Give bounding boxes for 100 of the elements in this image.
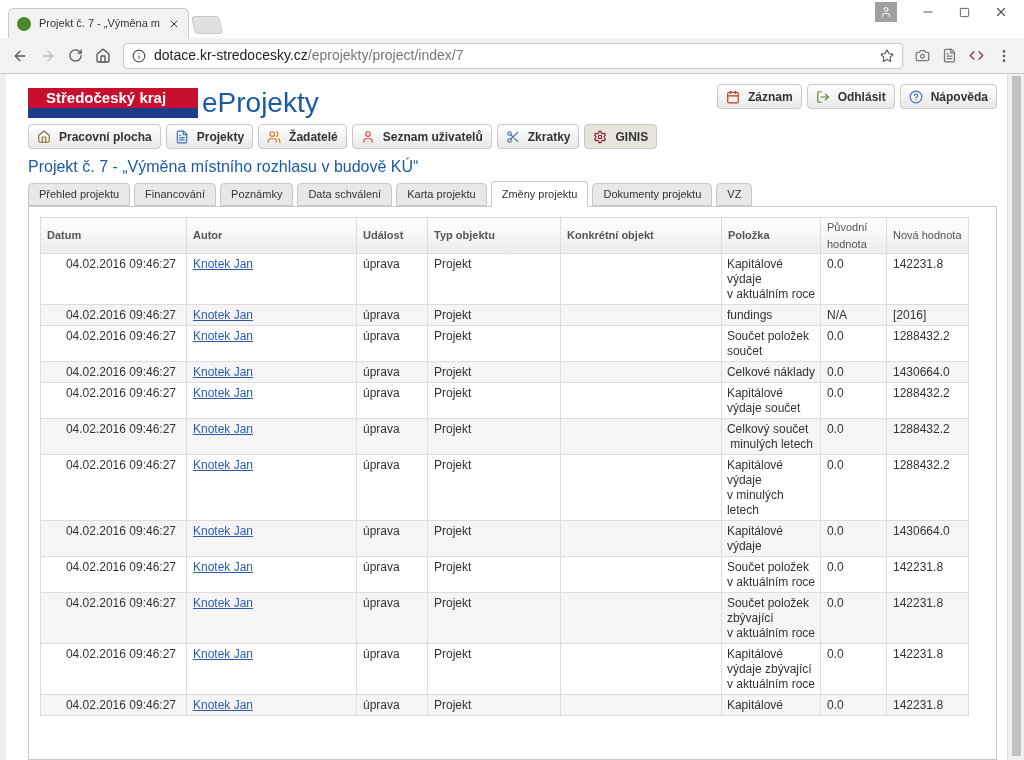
table-cell: fundings (721, 304, 821, 326)
author-link[interactable]: Knotek Jan (193, 257, 254, 271)
table-cell: 1288432.2 (886, 418, 969, 455)
table-cell: 1288432.2 (886, 454, 969, 521)
people-icon (267, 129, 282, 144)
toolbar-button[interactable]: Nápověda (899, 84, 997, 109)
author-link[interactable]: Knotek Jan (193, 329, 254, 343)
reload-icon[interactable] (68, 48, 83, 63)
table-cell: Kapitálové výdaje součet (721, 382, 821, 419)
table-cell: Projekt (427, 643, 561, 695)
address-bar[interactable]: dotace.kr-stredocesky.cz/eprojekty/project/index/7 (123, 42, 903, 69)
table-cell: 0.0 (820, 454, 887, 521)
table-cell: úprava (356, 643, 428, 695)
calendar-icon (725, 89, 740, 104)
maximize-icon[interactable] (959, 6, 970, 18)
table-cell: úprava (356, 304, 428, 326)
table-cell: 1430664.0 (886, 520, 969, 557)
column-header: Nová hodnota (886, 217, 969, 254)
close-icon[interactable] (994, 5, 1008, 19)
column-header: Událost (356, 217, 428, 254)
table-cell: Projekt (427, 361, 561, 383)
author-link[interactable]: Knotek Jan (193, 386, 254, 400)
table-cell: Projekt (427, 454, 561, 521)
table-cell: 0.0 (820, 643, 887, 695)
table-cell: úprava (356, 253, 428, 305)
tab[interactable]: Financování (134, 183, 217, 206)
toolbar-button[interactable]: Odhlásit (806, 84, 895, 109)
browser-tab[interactable]: Projekt č. 7 - „Výměna m (8, 8, 190, 38)
camera-icon[interactable] (915, 48, 930, 63)
table-cell: 1288432.2 (886, 382, 969, 419)
author-link[interactable]: Knotek Jan (193, 422, 254, 436)
author-link[interactable]: Knotek Jan (193, 596, 254, 610)
table-cell: Kapitálové výdaje zbývající v aktuálním roce (721, 643, 821, 695)
table-cell: Projekt (427, 304, 561, 326)
table-cell: 04.02.2016 09:46:27 (40, 454, 187, 521)
table-cell: 04.02.2016 09:46:27 (40, 253, 187, 305)
table-cell: Celkové náklady (721, 361, 821, 383)
table-cell: Součet položek v aktuálním roce (721, 556, 821, 593)
toolbar-button[interactable]: Zkratky (496, 124, 580, 149)
column-header: Datum (40, 217, 187, 254)
table-cell: 04.02.2016 09:46:27 (40, 361, 187, 383)
table-cell: 1430664.0 (886, 361, 969, 383)
table-cell: 04.02.2016 09:46:27 (40, 556, 187, 593)
column-header: Původní hodnota (820, 217, 887, 254)
toolbar-button[interactable]: Seznam uživatelů (351, 124, 492, 149)
toolbar-button[interactable]: Pracovní plocha (28, 124, 161, 149)
author-link[interactable]: Knotek Jan (193, 560, 254, 574)
table-cell: 04.02.2016 09:46:27 (40, 418, 187, 455)
table-cell: Součet položek zbývající v aktuálním roce (721, 592, 821, 644)
toolbar-button[interactable]: Záznam (716, 84, 802, 109)
author-link[interactable]: Knotek Jan (193, 458, 254, 472)
tab[interactable]: Karta projektu (396, 183, 487, 206)
home-icon[interactable] (95, 47, 111, 64)
table-cell: úprava (356, 382, 428, 419)
author-link[interactable]: Knotek Jan (193, 647, 254, 661)
scrollbar[interactable] (1007, 74, 1024, 760)
table-cell: Kapitálové výdaje v aktuálním roce (721, 253, 821, 305)
extension-icon[interactable] (942, 48, 957, 63)
table-cell: 0.0 (820, 520, 887, 557)
table-cell: 0.0 (820, 253, 887, 305)
exit-icon (815, 89, 830, 104)
tab[interactable]: Přehled projektu (28, 183, 131, 206)
author-link[interactable]: Knotek Jan (193, 524, 254, 538)
column-header: Autor (186, 217, 357, 254)
toolbar-button[interactable]: Projekty (165, 124, 254, 149)
table-cell: 0.0 (820, 556, 887, 593)
bookmark-icon[interactable] (880, 48, 894, 63)
help-icon (908, 89, 923, 104)
table-cell: úprava (356, 592, 428, 644)
tab[interactable]: Poznámky (220, 183, 294, 206)
table-cell: 142231.8 (886, 643, 969, 695)
toolbar-button[interactable]: GINIS (584, 124, 658, 149)
table-cell: Projekt (427, 253, 561, 305)
table-cell: úprava (356, 361, 428, 383)
table-cell: 04.02.2016 09:46:27 (40, 592, 187, 644)
table-cell: Kapitálové výdaje (721, 520, 821, 557)
table-cell: 0.0 (820, 361, 887, 383)
table-cell: 04.02.2016 09:46:27 (40, 325, 187, 362)
table-cell: Kapitálové (721, 694, 821, 716)
table-cell: [2016] (886, 304, 969, 326)
tab[interactable]: Změny projektu (490, 181, 589, 207)
column-header: Konkrétní objekt (560, 217, 722, 254)
code-icon[interactable] (969, 48, 984, 63)
url-text: dotace.kr-stredocesky.cz/eprojekty/project/index/7 (154, 46, 465, 65)
table-cell: Celkový součet minulých letech (721, 418, 821, 455)
app-title: eProjekty (202, 88, 319, 118)
table-cell: 04.02.2016 09:46:27 (40, 694, 187, 716)
table-cell: Projekt (427, 556, 561, 593)
tab[interactable]: Data schválení (297, 183, 393, 206)
table-cell: Projekt (427, 382, 561, 419)
table-cell: úprava (356, 556, 428, 593)
table-cell: Projekt (427, 592, 561, 644)
toolbar-button[interactable]: Žadatelé (258, 124, 347, 149)
table-cell: Projekt (427, 520, 561, 557)
tab[interactable]: Dokumenty projektu (592, 183, 713, 206)
table-cell: Projekt (427, 325, 561, 362)
tab[interactable]: VZ (716, 183, 753, 206)
column-header: Typ objektu (427, 217, 561, 254)
table-cell: úprava (356, 454, 428, 521)
table-cell: 142231.8 (886, 253, 969, 305)
